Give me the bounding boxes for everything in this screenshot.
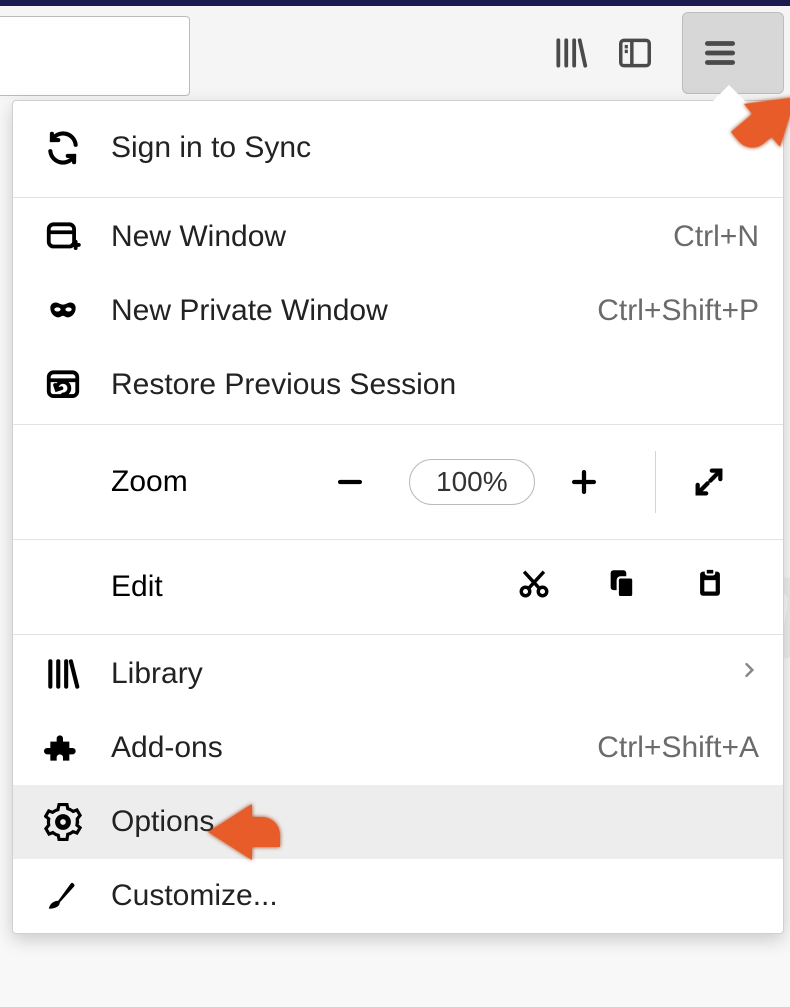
menu-row-zoom: Zoom 100% (13, 427, 783, 537)
paste-icon (693, 566, 727, 608)
menu-row-edit: Edit (13, 542, 783, 632)
hamburger-icon (698, 31, 742, 75)
menu-label: Library (111, 657, 739, 691)
library-toolbar-button[interactable] (554, 23, 614, 83)
menu-item-sync[interactable]: Sign in to Sync (13, 101, 783, 195)
divider (13, 197, 783, 198)
menu-label: New Private Window (111, 294, 597, 328)
paintbrush-icon (41, 874, 85, 918)
menu-shortcut: Ctrl+Shift+A (597, 731, 759, 765)
menu-item-customize[interactable]: Customize... (13, 859, 783, 933)
fullscreen-button[interactable] (670, 452, 748, 512)
zoom-value[interactable]: 100% (409, 459, 535, 505)
menu-item-private-window[interactable]: New Private Window Ctrl+Shift+P (13, 274, 783, 348)
edit-label: Edit (41, 570, 311, 604)
divider (13, 539, 783, 540)
sidebar-icon (613, 31, 657, 75)
app-menu-button[interactable] (682, 12, 784, 94)
library-icon (549, 31, 593, 75)
puzzle-icon (41, 726, 85, 770)
zoom-in-button[interactable] (545, 452, 623, 512)
cut-button[interactable] (495, 557, 573, 617)
chevron-right-icon (739, 656, 759, 692)
menu-item-library[interactable]: Library (13, 637, 783, 711)
menu-label: Options (111, 805, 759, 839)
zoom-out-button[interactable] (311, 452, 389, 512)
menu-item-restore-session[interactable]: Restore Previous Session (13, 348, 783, 422)
restore-icon (41, 363, 85, 407)
menu-label: Add-ons (111, 731, 597, 765)
mask-icon (41, 289, 85, 333)
menu-item-new-window[interactable]: New Window Ctrl+N (13, 200, 783, 274)
menu-shortcut: Ctrl+Shift+P (597, 294, 759, 328)
zoom-label: Zoom (41, 465, 311, 499)
window-icon (41, 215, 85, 259)
divider (13, 634, 783, 635)
sidebar-toolbar-button[interactable] (618, 23, 678, 83)
copy-icon (605, 566, 639, 608)
url-bar-fragment[interactable] (0, 16, 190, 96)
library-icon (41, 652, 85, 696)
app-menu-dropdown: Sign in to Sync New Window Ctrl+N New Pr… (12, 100, 784, 934)
browser-toolbar (0, 0, 790, 100)
menu-item-addons[interactable]: Add-ons Ctrl+Shift+A (13, 711, 783, 785)
divider (13, 424, 783, 425)
divider (655, 451, 656, 513)
menu-label: Customize... (111, 879, 759, 913)
gear-icon (41, 800, 85, 844)
menu-label: Sign in to Sync (111, 131, 759, 165)
menu-item-options[interactable]: Options (13, 785, 783, 859)
copy-button[interactable] (583, 557, 661, 617)
cut-icon (517, 566, 551, 608)
menu-shortcut: Ctrl+N (673, 220, 759, 254)
sync-icon (41, 126, 85, 170)
menu-label: New Window (111, 220, 673, 254)
menu-label: Restore Previous Session (111, 368, 759, 402)
paste-button[interactable] (671, 557, 749, 617)
